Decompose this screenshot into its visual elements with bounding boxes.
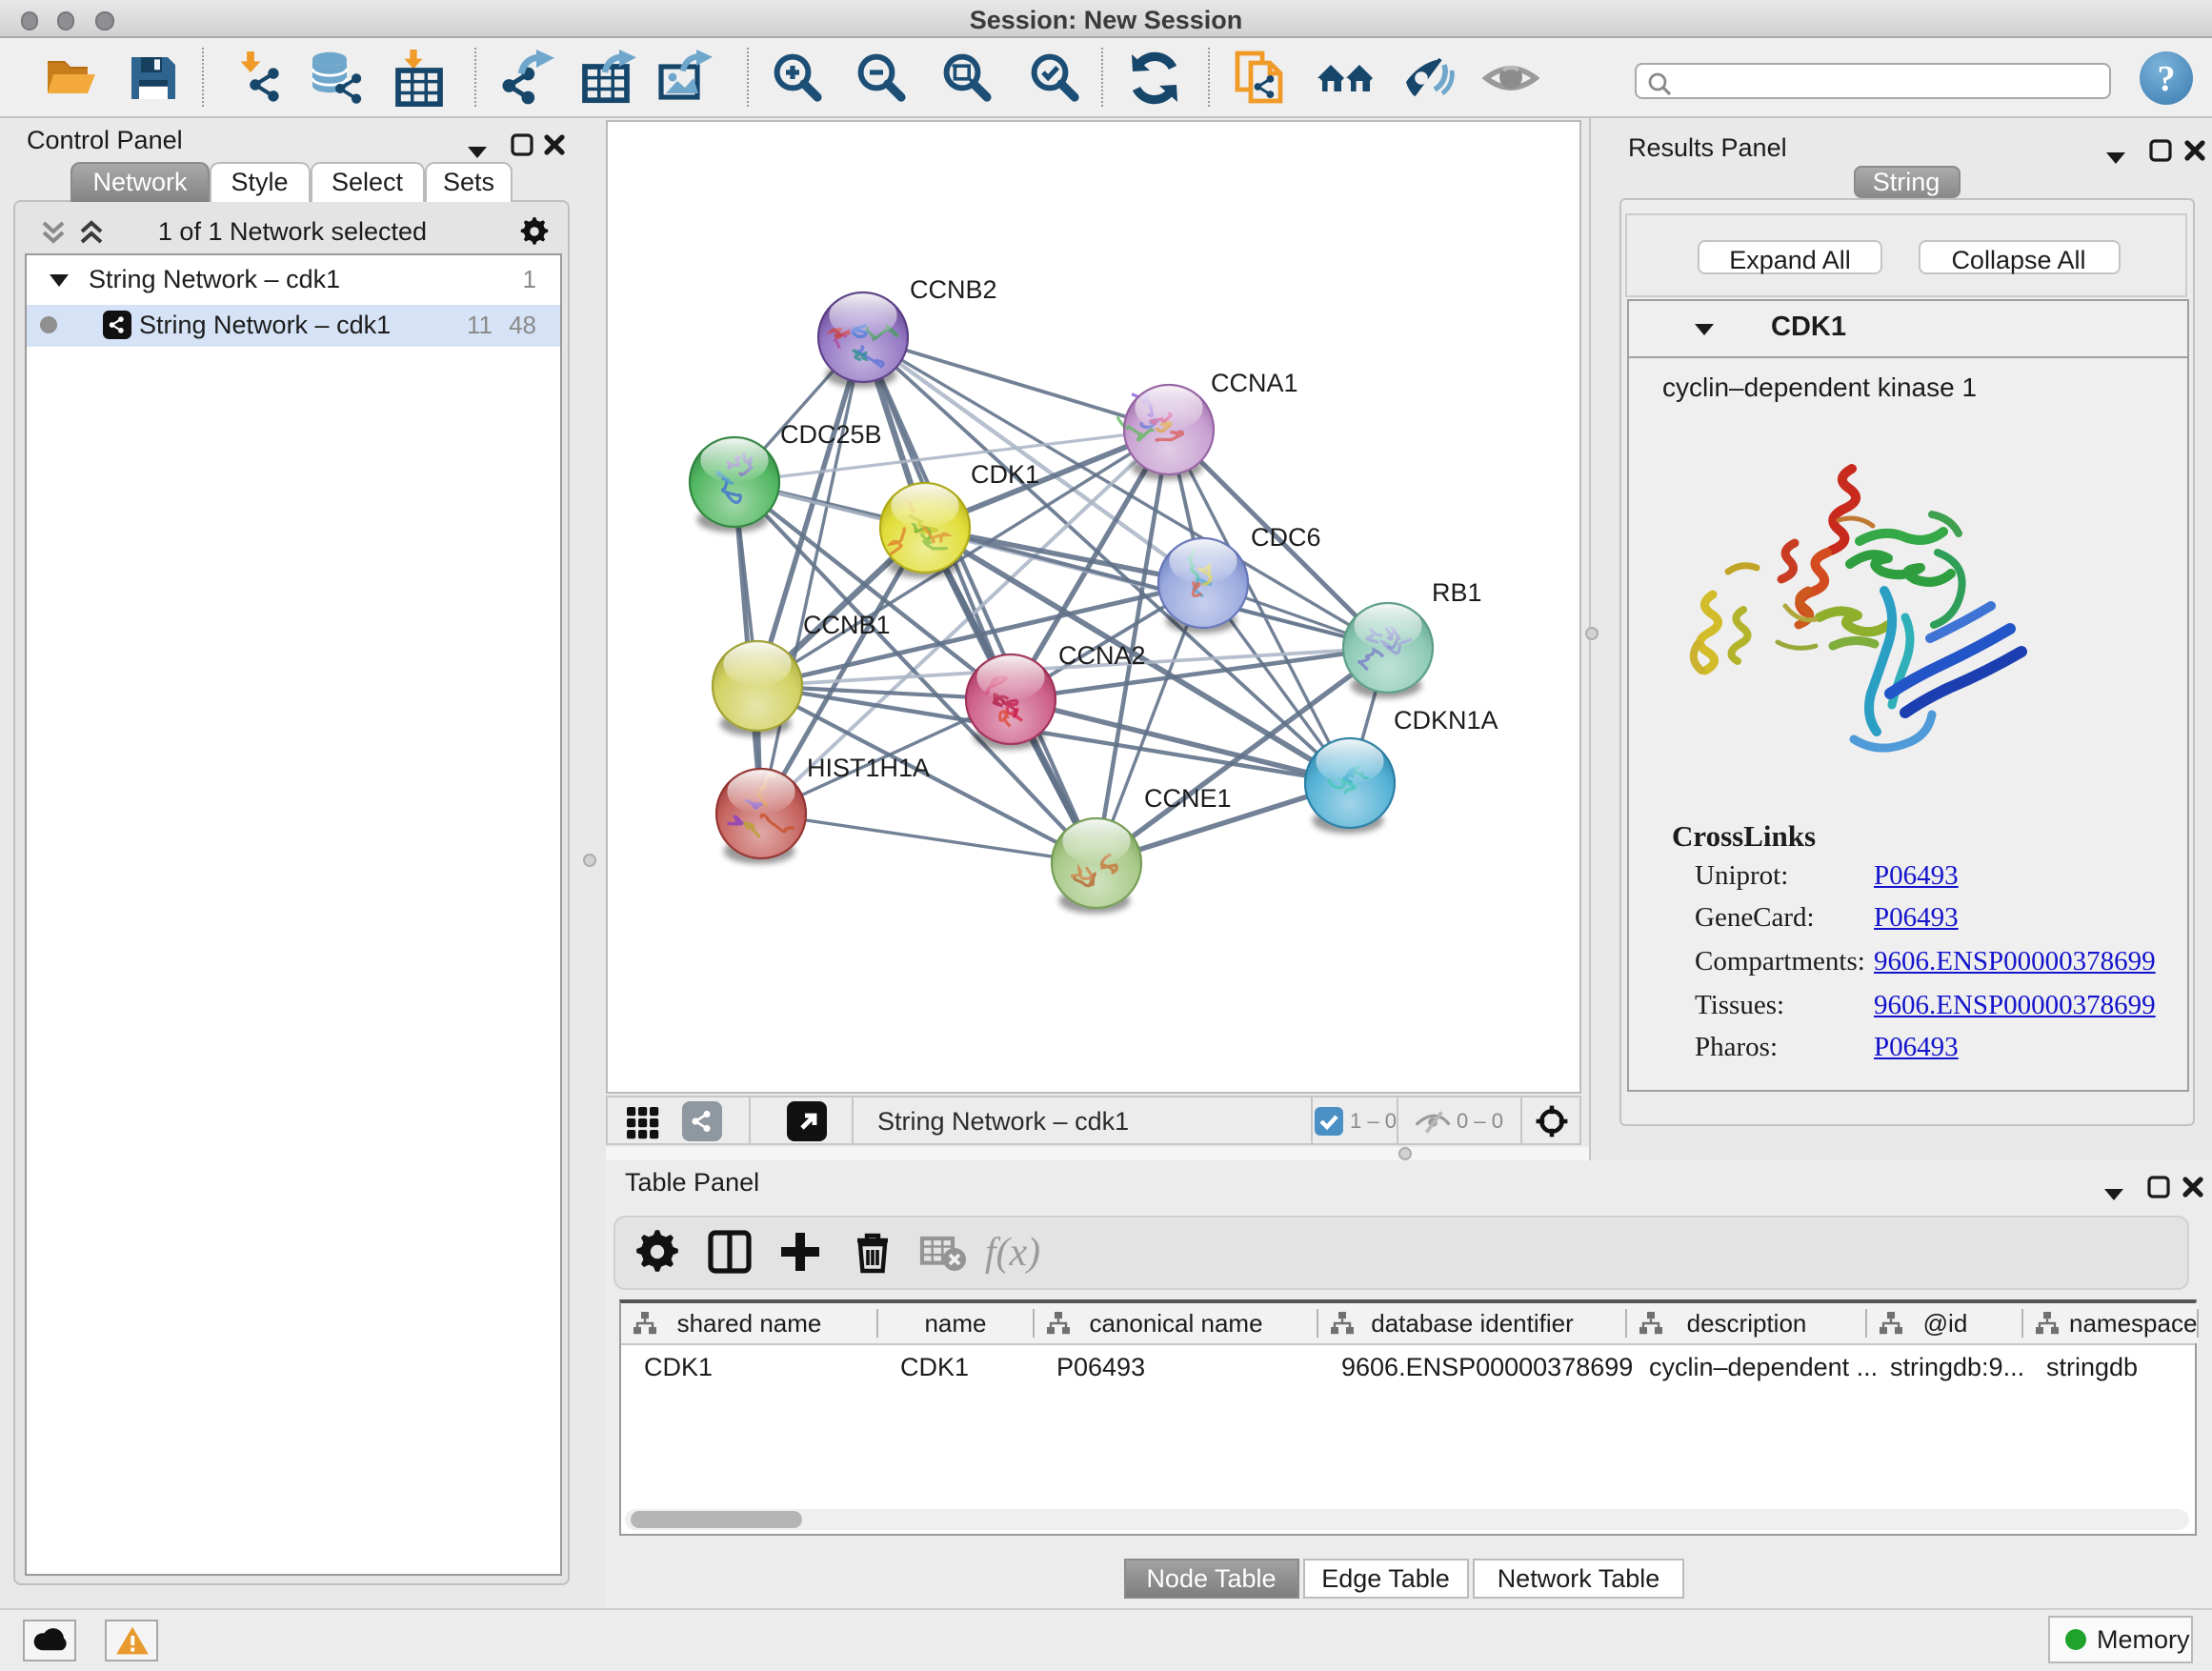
svg-text:CCNB1: CCNB1 [802,611,890,639]
svg-text:HIST1H1A: HIST1H1A [806,754,929,782]
svg-text:CCNE1: CCNE1 [1143,784,1231,813]
svg-text:CCNA2: CCNA2 [1057,641,1145,670]
svg-text:CCNA1: CCNA1 [1210,369,1297,397]
svg-text:RB1: RB1 [1431,578,1481,607]
svg-text:CDC6: CDC6 [1250,523,1320,552]
svg-text:CDC25B: CDC25B [779,420,881,449]
svg-text:?: ? [2158,59,2176,99]
svg-text:CDK1: CDK1 [970,460,1038,489]
svg-text:CCNB2: CCNB2 [909,275,996,304]
svg-text:CDKN1A: CDKN1A [1393,706,1498,735]
